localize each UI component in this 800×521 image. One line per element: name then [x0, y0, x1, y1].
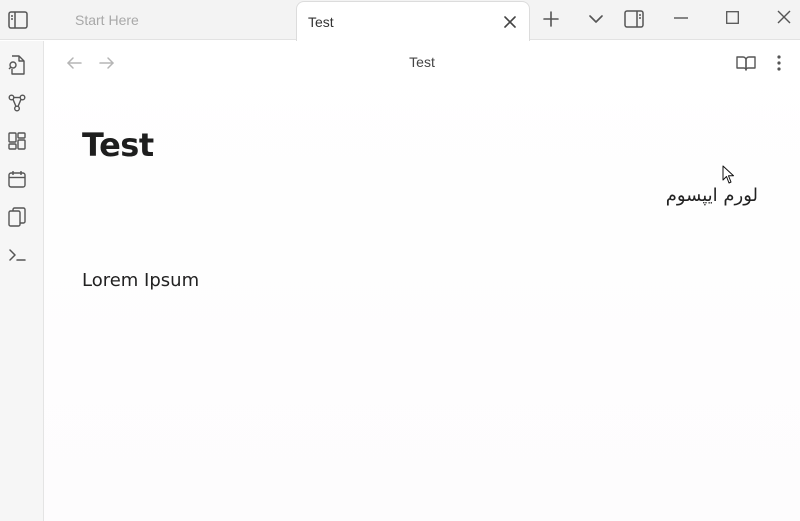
rtl-paragraph: لورم ایپسوم	[665, 185, 758, 206]
graph-view-icon[interactable]	[6, 92, 28, 114]
canvas-icon[interactable]	[6, 130, 28, 152]
left-ribbon	[0, 41, 44, 521]
new-tab-icon[interactable]	[540, 8, 562, 30]
more-options-icon[interactable]	[768, 52, 790, 74]
title-bar: Start Here Test	[0, 0, 800, 41]
paragraph: Lorem Ipsum	[82, 270, 200, 291]
templates-icon[interactable]	[6, 206, 28, 228]
document-heading: Test	[82, 126, 154, 164]
tab-label: Test	[308, 13, 334, 30]
mouse-pointer-icon	[722, 165, 736, 190]
editor-pane: Test Test لورم ایپسوم Lorem Ipsum	[44, 41, 800, 521]
minimize-icon[interactable]	[670, 7, 692, 29]
maximize-icon[interactable]	[721, 6, 743, 28]
daily-note-icon[interactable]	[6, 168, 28, 190]
tab-test[interactable]: Test	[296, 1, 530, 41]
right-sidebar-icon[interactable]	[622, 7, 646, 31]
command-palette-icon[interactable]	[6, 244, 28, 266]
sidebar-toggle-icon[interactable]	[6, 8, 30, 32]
open-quick-switcher-icon[interactable]	[6, 54, 28, 76]
chevron-down-icon[interactable]	[585, 8, 607, 30]
view-header-title[interactable]: Test	[44, 54, 800, 70]
tab-start-here[interactable]: Start Here	[60, 0, 296, 40]
close-icon[interactable]	[501, 13, 519, 31]
reading-view-icon[interactable]	[735, 52, 757, 74]
close-window-icon[interactable]	[773, 6, 795, 28]
tab-label: Start Here	[75, 12, 139, 28]
